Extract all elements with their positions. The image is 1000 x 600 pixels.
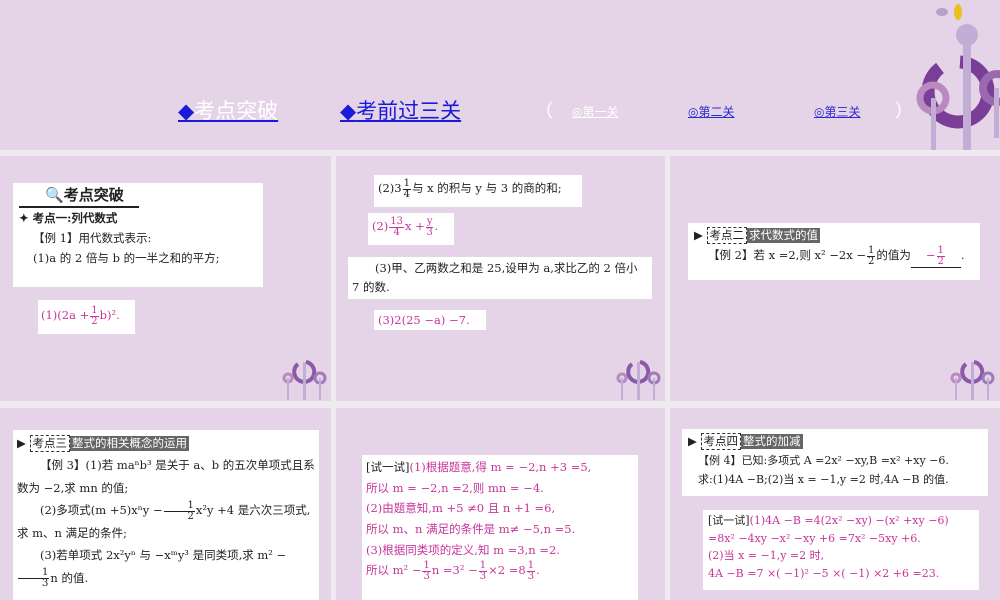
- divider: [665, 150, 670, 600]
- question: 【例 2】若 x =2,则 x² −2x −1 2 的值为 −1 2.: [708, 244, 965, 268]
- question: (1)a 的 2 倍与 b 的一半之和的平方;: [33, 251, 220, 266]
- section-kaodian-2: ▶ 考点二 求代数式的值 【例 2】若 x =2,则 x² −2x −1 2 的值为 −…: [688, 223, 980, 280]
- play-icon: ▶: [17, 436, 30, 450]
- flower-decoration-icon: [916, 4, 1000, 150]
- magnifier-icon: 🔍: [45, 186, 64, 204]
- question: (3)甲、乙两数之和是 25,设甲为 a,求比乙的 2 倍小 7 的数.: [348, 257, 652, 299]
- question: (2)3 1 4 与 x 的积与 y 与 3 的商的和;: [374, 175, 582, 207]
- nav-level-1[interactable]: ◎第一关: [572, 103, 618, 120]
- section-kaodian-1: 🔍考点突破 ✦ 考点一:列代数式 【例 1】用代数式表示: (1)a 的 2 倍…: [13, 183, 263, 287]
- nav-tab-kaodian[interactable]: ◆考点突破: [178, 95, 278, 125]
- tag: 考点二: [706, 227, 747, 244]
- flower-decoration-icon: [616, 360, 661, 400]
- section-kaodian-3: ▶ 考点三 整式的相关概念的运用 【例 3】(1)若 maⁿb³ 是关于 a、b …: [13, 430, 319, 600]
- question: 求:(1)4A −B;(2)当 x = −1,y =2 时,4A −B 的值.: [698, 473, 949, 487]
- answer: (2) 13 4 x + y 3.: [368, 213, 454, 245]
- star-icon: ✦: [19, 211, 33, 225]
- tag: 考点四: [700, 433, 741, 450]
- flower-decoration-icon: [282, 360, 327, 400]
- nav-level-3[interactable]: ◎第三关: [814, 103, 860, 120]
- try-it-label: [试一试]: [366, 460, 410, 474]
- try-it-answer: [试一试](1)根据题意,得 m = −2,n +3 =5, 所以 m = −2…: [362, 455, 638, 600]
- question: 【例 3】(1)若 maⁿb³ 是关于 a、b 的五次单项式且系数为 −2,求 …: [17, 458, 315, 495]
- heading: 🔍考点突破: [19, 185, 139, 208]
- paren: ）: [895, 101, 913, 122]
- try-it-answer: [试一试](1)4A −B =4(2x² −xy) −(x² +xy −6) =…: [703, 510, 979, 590]
- answer: (1)(2a +1 2 b)².: [38, 300, 135, 334]
- section-title: 整式的相关概念的运用: [70, 436, 189, 451]
- nav-tab-kaoqian[interactable]: ◆考前过三关: [340, 95, 461, 125]
- answer-blank: −1 2: [910, 245, 961, 268]
- question: (3)若单项式 2x²yⁿ 与 −xᵐy³ 是同类项,求 m² −1 3 n 的值.: [17, 544, 315, 589]
- answer: (3)2(25 −a) −7.: [374, 310, 486, 330]
- section-kaodian-4: ▶ 考点四 整式的加减 【例 4】已知:多项式 A =2x² −xy,B =x² …: [682, 429, 988, 496]
- tag: 考点三: [29, 435, 70, 452]
- section-title: 求代数式的值: [747, 228, 820, 243]
- paren: （: [535, 101, 553, 122]
- divider: [0, 150, 1000, 156]
- topic: ✦ 考点一:列代数式: [19, 211, 118, 225]
- play-icon: ▶: [694, 228, 707, 242]
- section-title: 整式的加减: [741, 434, 803, 449]
- divider: [0, 401, 1000, 408]
- try-it-label: [试一试]: [708, 514, 750, 527]
- question: (2)多项式(m +5)xⁿy −1 2 x²y +4 是六次三项式,求 m、n 满…: [17, 499, 311, 540]
- nav-level-2[interactable]: ◎第二关: [688, 103, 734, 120]
- divider: [331, 150, 336, 600]
- flower-decoration-icon: [950, 360, 995, 400]
- play-icon: ▶: [688, 434, 701, 448]
- example-title: 【例 1】用代数式表示:: [33, 231, 152, 246]
- question: 【例 4】已知:多项式 A =2x² −xy,B =x² +xy −6.: [698, 454, 949, 468]
